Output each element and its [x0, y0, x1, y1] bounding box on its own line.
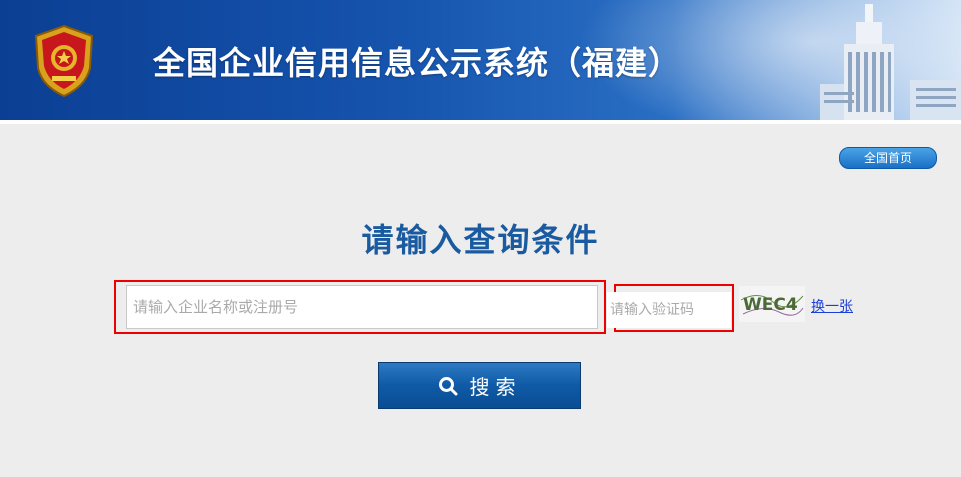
banner-separator: [0, 120, 961, 124]
national-home-button[interactable]: 全国首页: [839, 147, 937, 169]
search-icon: [438, 376, 457, 395]
search-button-label: 搜索: [469, 375, 522, 399]
captcha-input[interactable]: [607, 292, 731, 328]
captcha-text: WEC4: [743, 295, 798, 315]
refresh-captcha-link[interactable]: 换一张: [811, 296, 853, 316]
search-button[interactable]: 搜索: [378, 362, 581, 409]
header-banner: 全国企业信用信息公示系统（福建）: [0, 0, 961, 120]
company-name-input[interactable]: [126, 285, 598, 329]
site-title: 全国企业信用信息公示系统（福建）: [153, 44, 682, 82]
emblem-icon: [34, 24, 94, 98]
building-icon: [820, 4, 961, 120]
captcha-image[interactable]: WEC4: [739, 286, 805, 322]
search-heading: 请输入查询条件: [361, 221, 600, 259]
